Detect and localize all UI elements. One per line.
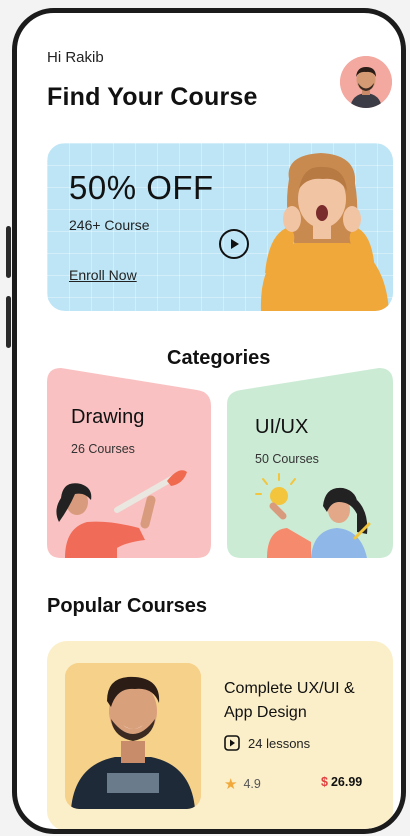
category-count: 26 Courses bbox=[71, 442, 135, 456]
greeting-text: Hi Rakib bbox=[47, 49, 104, 66]
lessons-info: 24 lessons bbox=[224, 735, 310, 751]
promo-subtitle: 246+ Course bbox=[69, 217, 150, 233]
lessons-count: 24 lessons bbox=[248, 735, 311, 751]
popular-courses-heading: Popular Courses bbox=[47, 595, 208, 617]
course-price: $26.99 bbox=[321, 775, 362, 789]
enroll-now-link[interactable]: Enroll Now bbox=[69, 267, 137, 283]
star-icon: ★ bbox=[224, 776, 238, 793]
page-title: Find Your Course bbox=[47, 83, 258, 111]
category-card-drawing[interactable]: Drawing 26 Courses bbox=[47, 368, 211, 558]
phone-side-button-top bbox=[6, 226, 11, 278]
instructor-photo bbox=[65, 663, 201, 809]
currency-symbol: $ bbox=[321, 775, 328, 789]
promo-title: 50% OFF bbox=[69, 169, 214, 206]
designer-idea-illustration bbox=[255, 473, 371, 558]
categories-heading: Categories bbox=[167, 347, 271, 369]
category-card-uiux[interactable]: UI/UX 50 Courses bbox=[227, 368, 393, 558]
category-name: UI/UX bbox=[255, 416, 309, 438]
painter-illustration bbox=[56, 470, 187, 558]
phone-side-button-bottom bbox=[6, 296, 11, 348]
instructor-image-icon bbox=[65, 663, 201, 809]
course-rating: ★ 4.9 bbox=[224, 775, 261, 793]
category-count: 50 Courses bbox=[255, 452, 319, 466]
course-title: Complete UX/UI & App Design bbox=[224, 680, 355, 721]
play-icon bbox=[231, 239, 239, 249]
profile-avatar[interactable] bbox=[340, 56, 392, 108]
category-name: Drawing bbox=[71, 406, 145, 428]
promo-banner[interactable]: 50% OFF 246+ Course Enroll Now bbox=[47, 143, 393, 311]
video-play-icon bbox=[224, 735, 240, 751]
price-value: 26.99 bbox=[330, 775, 363, 789]
profile-photo-icon bbox=[340, 56, 392, 108]
rating-value: 4.9 bbox=[243, 777, 261, 791]
excited-woman-illustration bbox=[260, 153, 389, 311]
course-card[interactable]: Complete UX/UI & App Design 24 lessons ★… bbox=[47, 641, 393, 829]
phone-frame: Hi Rakib Find Your Course 50% OFF 246+ C… bbox=[12, 8, 406, 834]
